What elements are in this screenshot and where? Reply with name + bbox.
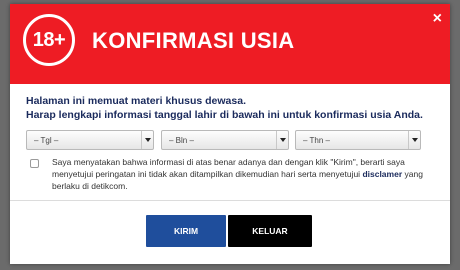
intro-line-2: Harap lengkapi informasi tanggal lahir d… [26, 109, 423, 121]
submit-button[interactable]: KIRIM [146, 215, 226, 247]
exit-button[interactable]: KELUAR [228, 215, 312, 247]
intro-line-1: Halaman ini memuat materi khusus dewasa. [26, 95, 246, 107]
month-select[interactable]: – Bln – [161, 130, 289, 150]
dialog-body: Halaman ini memuat materi khusus dewasa.… [10, 84, 450, 208]
dialog-title: KONFIRMASI USIA [92, 28, 295, 53]
day-select[interactable]: – Tgl – [26, 130, 154, 150]
age-18-plus-icon: 18+ [23, 14, 75, 66]
chevron-down-icon [408, 131, 420, 149]
intro-text: Halaman ini memuat materi khusus dewasa.… [26, 94, 436, 122]
chevron-down-icon [276, 131, 288, 149]
disclaimer-link[interactable]: disclamer [362, 169, 402, 179]
dialog-header: 18+ KONFIRMASI USIA × [10, 4, 450, 84]
chevron-down-icon [141, 131, 153, 149]
month-select-value: – Bln – [169, 136, 194, 145]
year-select[interactable]: – Thn – [295, 130, 421, 150]
consent-text-before: Saya menyatakan bahwa informasi di atas … [52, 157, 405, 179]
year-select-value: – Thn – [303, 136, 330, 145]
age-badge-text: 18+ [32, 28, 66, 51]
consent-checkbox[interactable] [30, 159, 39, 168]
day-select-value: – Tgl – [34, 136, 59, 145]
close-icon[interactable]: × [433, 11, 442, 27]
age-confirmation-dialog: 18+ KONFIRMASI USIA × Halaman ini memuat… [10, 4, 450, 264]
consent-text: Saya menyatakan bahwa informasi di atas … [52, 156, 440, 192]
dialog-footer: KIRIM KELUAR [10, 200, 450, 265]
